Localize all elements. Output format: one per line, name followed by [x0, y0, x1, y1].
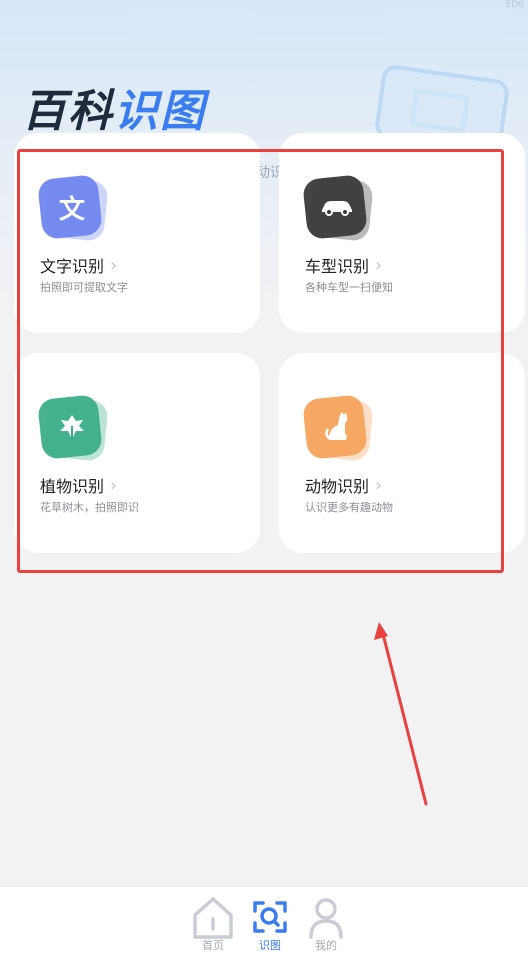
nav-mine[interactable]: 我的 — [296, 895, 356, 953]
bottom-navigation: 首页 识图 我的 — [0, 886, 528, 965]
nav-label: 识图 — [259, 939, 281, 952]
title-part-shitu: 识图 — [114, 86, 206, 137]
corner-mark: ED6 — [505, 0, 524, 10]
page-title: 百科识图 — [22, 86, 206, 138]
nav-label: 首页 — [202, 939, 224, 952]
home-icon — [193, 897, 233, 939]
scan-icon — [253, 901, 287, 933]
nav-label: 我的 — [315, 939, 337, 952]
nav-home[interactable]: 首页 — [183, 895, 243, 953]
annotation-highlight-box — [17, 149, 504, 573]
nav-scan[interactable]: 识图 — [240, 895, 300, 953]
annotation-arrow — [374, 622, 428, 806]
title-part-baike: 百科 — [22, 86, 114, 137]
user-icon — [309, 898, 343, 939]
